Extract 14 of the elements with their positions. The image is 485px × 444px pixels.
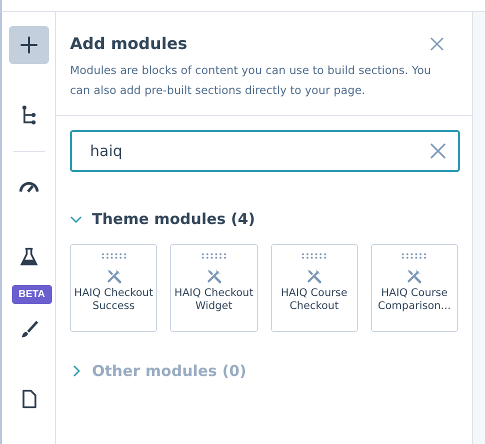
search-input[interactable]: haiq [90, 142, 430, 160]
module-card[interactable]: HAIQ Course Comparison... [370, 244, 458, 332]
module-name: HAIQ Course Comparison... [376, 287, 452, 313]
module-name: HAIQ Checkout Widget [173, 287, 254, 313]
search-field[interactable]: haiq [70, 130, 460, 172]
beta-badge: BETA [12, 284, 52, 304]
module-card[interactable]: HAIQ Course Checkout [270, 244, 358, 332]
section-header[interactable]: Theme modules (4) [70, 210, 256, 228]
module-name: HAIQ Checkout Success [73, 287, 154, 313]
panel-title: Add modules [70, 34, 188, 53]
module-card[interactable]: HAIQ Checkout Success [70, 244, 158, 332]
module-name: HAIQ Course Checkout [280, 287, 348, 313]
module-card[interactable]: HAIQ Checkout Widget [170, 244, 258, 332]
panel-description: Modules are blocks of content you can use to build sections. You can also add pre-built sections directly to your page. [70, 63, 432, 99]
